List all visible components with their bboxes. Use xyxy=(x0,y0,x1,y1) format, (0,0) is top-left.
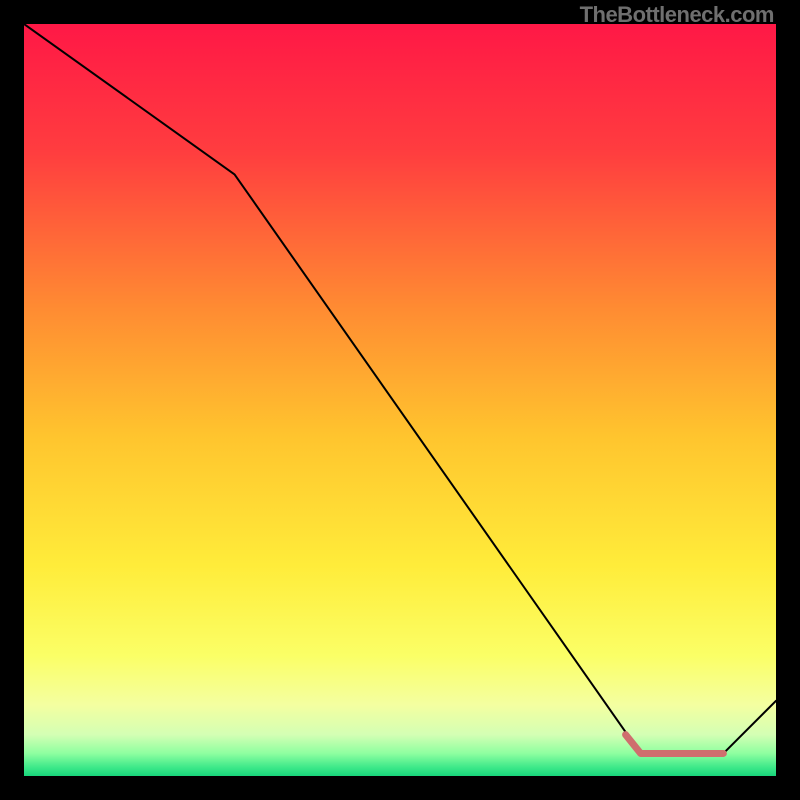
chart-frame: TheBottleneck.com xyxy=(0,0,800,800)
gradient-background xyxy=(24,24,776,776)
plot-svg xyxy=(24,24,776,776)
watermark-text: TheBottleneck.com xyxy=(580,2,774,28)
plot-area xyxy=(24,24,776,776)
